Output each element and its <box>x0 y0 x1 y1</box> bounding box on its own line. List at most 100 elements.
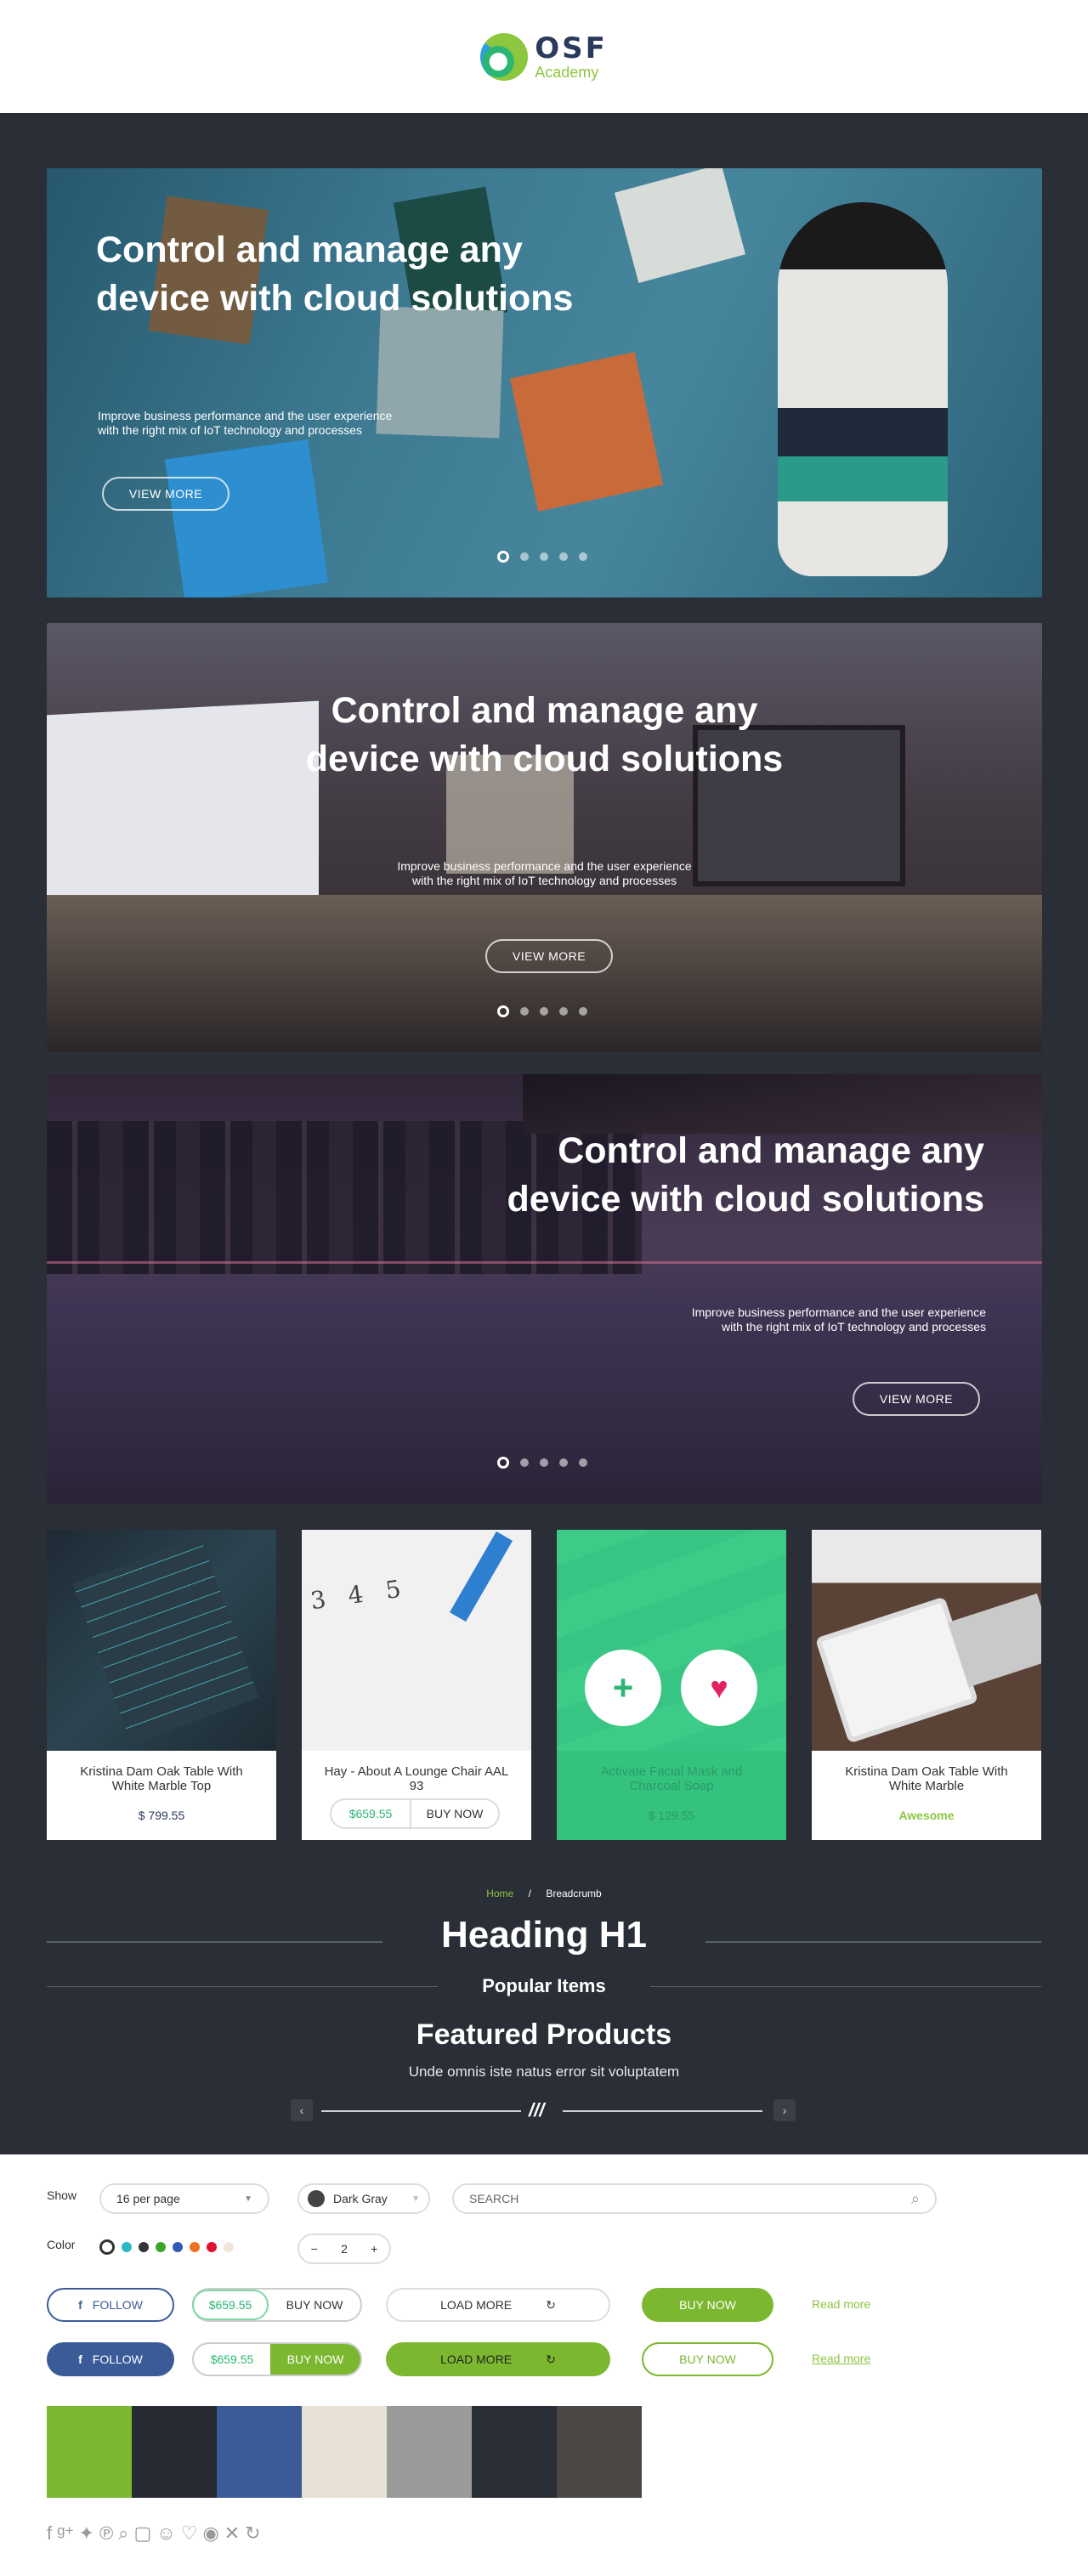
view-more-button[interactable]: VIEW MORE <box>853 1382 980 1416</box>
product-title[interactable]: Kristina Dam Oak Table With White Marble… <box>64 1764 259 1793</box>
view-more-button[interactable]: VIEW MORE <box>485 939 613 973</box>
pinterest-icon[interactable]: ℗ <box>99 2522 113 2545</box>
twitter-icon[interactable]: ✦ <box>79 2522 94 2545</box>
read-more-link[interactable]: Read more <box>812 2352 870 2365</box>
hero-subtitle-line2: with the right mix of IoT technology and… <box>98 423 363 437</box>
slide-dot[interactable] <box>559 1458 568 1467</box>
increment-button[interactable]: + <box>371 2242 377 2256</box>
product-title[interactable]: Hay - About A Lounge Chair AAL 93 <box>319 1764 514 1793</box>
icon-set: f g+ ✦ ℗ ⌕ ▢ ☺ ♡ ◉ ✕ ↻ <box>47 2522 261 2545</box>
color-option[interactable] <box>156 2242 166 2252</box>
chevron-down-icon: ▼ <box>244 2194 252 2204</box>
next-arrow-icon[interactable]: › <box>774 2099 796 2121</box>
product-title[interactable]: Activate Facial Mask and Charcoal Soap <box>574 1764 769 1793</box>
hero-title-line2: device with cloud solutions <box>96 278 574 319</box>
product-price: $659.55 <box>348 1807 393 1820</box>
hero-subtitle-line1: Improve business performance and the use… <box>691 1305 986 1319</box>
slide-dot-active[interactable] <box>497 1005 509 1017</box>
slide-dot[interactable] <box>540 552 548 561</box>
bag-icon[interactable]: ▢ <box>134 2522 152 2545</box>
facebook-icon[interactable]: f <box>47 2522 52 2545</box>
user-icon[interactable]: ☺ <box>156 2522 175 2545</box>
product-card-4[interactable]: Kristina Dam Oak Table With White Marble… <box>812 1530 1041 1840</box>
search-input[interactable]: SEARCH ⌕ <box>452 2183 937 2214</box>
slide-dots <box>497 1457 587 1469</box>
facebook-icon: f <box>78 2352 82 2366</box>
hero-subtitle-line2: with the right mix of IoT technology and… <box>411 874 677 887</box>
color-select[interactable]: Dark Gray ▼ <box>298 2183 430 2214</box>
slide-dot[interactable] <box>540 1458 548 1467</box>
search-icon[interactable]: ⌕ <box>118 2522 128 2545</box>
load-more-button[interactable]: LOAD MORE ↻ <box>386 2288 610 2322</box>
buy-now-button[interactable]: BUY NOW <box>411 1807 498 1820</box>
color-option[interactable] <box>122 2242 132 2252</box>
breadcrumb: Home / Breadcrumb <box>486 1888 602 1899</box>
plus-icon: + <box>612 1667 634 1707</box>
divider <box>563 2110 762 2112</box>
divider <box>47 1986 438 1987</box>
color-option[interactable] <box>224 2242 234 2252</box>
separator-mark-icon: /// <box>529 2099 545 2120</box>
slide-dot[interactable] <box>520 1458 529 1467</box>
color-swatch <box>217 2406 302 2498</box>
color-option[interactable] <box>190 2242 200 2252</box>
hero-slide-1: Control and manage any device with cloud… <box>47 168 1042 597</box>
color-option[interactable] <box>173 2242 183 2252</box>
slide-dot-active[interactable] <box>497 1457 509 1469</box>
product-title[interactable]: Kristina Dam Oak Table With White Marble <box>829 1764 1024 1793</box>
hero-slide-3: Control and manage any device with cloud… <box>47 1074 1042 1503</box>
search-icon[interactable]: ⌕ <box>911 2190 920 2208</box>
hero-slide-2: Control and manage any device with cloud… <box>47 623 1042 1052</box>
product-card-3[interactable]: + ♥ Activate Facial Mask and Charcoal So… <box>557 1530 786 1840</box>
view-more-button[interactable]: VIEW MORE <box>102 477 230 511</box>
slide-dot[interactable] <box>579 1007 587 1016</box>
color-label: Color <box>47 2238 76 2251</box>
color-swatch-icon <box>308 2190 325 2207</box>
refresh-icon[interactable]: ↻ <box>245 2522 260 2545</box>
add-to-cart-button[interactable]: + <box>585 1650 661 1726</box>
logo[interactable]: OSF Academy <box>480 32 608 81</box>
slide-dot[interactable] <box>559 552 568 561</box>
color-option[interactable] <box>99 2239 115 2255</box>
slide-dot[interactable] <box>520 1007 529 1016</box>
slide-dot[interactable] <box>520 552 529 561</box>
buy-now-button[interactable]: BUY NOW <box>270 2344 360 2375</box>
slide-dot[interactable] <box>559 1007 568 1016</box>
eye-icon[interactable]: ◉ <box>203 2522 219 2545</box>
prev-arrow-icon[interactable]: ‹ <box>291 2099 313 2121</box>
hero-subtitle-line1: Improve business performance and the use… <box>98 409 393 422</box>
buy-now-button[interactable]: BUY NOW <box>642 2288 774 2322</box>
follow-button[interactable]: f FOLLOW <box>47 2288 174 2322</box>
per-page-select[interactable]: 16 per page ▼ <box>99 2183 269 2214</box>
product-card-2[interactable]: 3 4 5 Hay - About A Lounge Chair AAL 93 … <box>302 1530 531 1840</box>
site-header: OSF Academy <box>0 0 1088 113</box>
product-image <box>557 1530 786 1751</box>
close-icon[interactable]: ✕ <box>224 2522 240 2545</box>
hero-title-line2: device with cloud solutions <box>305 739 784 779</box>
page-title: Heading H1 <box>440 1914 648 1956</box>
heart-icon[interactable]: ♡ <box>181 2522 198 2545</box>
slide-dot[interactable] <box>540 1007 548 1016</box>
breadcrumb-home[interactable]: Home <box>486 1888 513 1899</box>
google-plus-icon[interactable]: g+ <box>57 2522 73 2545</box>
read-more-link[interactable]: Read more <box>812 2297 870 2311</box>
wishlist-button[interactable]: ♥ <box>681 1650 757 1726</box>
buy-now-button[interactable]: BUY NOW <box>642 2342 774 2376</box>
product-image <box>47 1530 276 1751</box>
slide-dot[interactable] <box>579 552 587 561</box>
product-badge: Awesome <box>898 1809 955 1822</box>
buy-now-button[interactable]: BUY NOW <box>269 2298 360 2312</box>
quantity-value: 2 <box>341 2242 348 2256</box>
refresh-icon: ↻ <box>546 2297 556 2312</box>
divider <box>321 2110 521 2112</box>
load-more-button[interactable]: LOAD MORE ↻ <box>386 2342 610 2376</box>
slide-dot[interactable] <box>579 1458 587 1467</box>
slide-dot-active[interactable] <box>497 551 509 563</box>
color-swatch <box>132 2406 217 2498</box>
product-card-1[interactable]: Kristina Dam Oak Table With White Marble… <box>47 1530 276 1840</box>
follow-button[interactable]: f FOLLOW <box>47 2342 174 2376</box>
color-option[interactable] <box>207 2242 217 2252</box>
color-swatch <box>302 2406 387 2498</box>
decrement-button[interactable]: − <box>311 2242 318 2256</box>
color-option[interactable] <box>139 2242 149 2252</box>
